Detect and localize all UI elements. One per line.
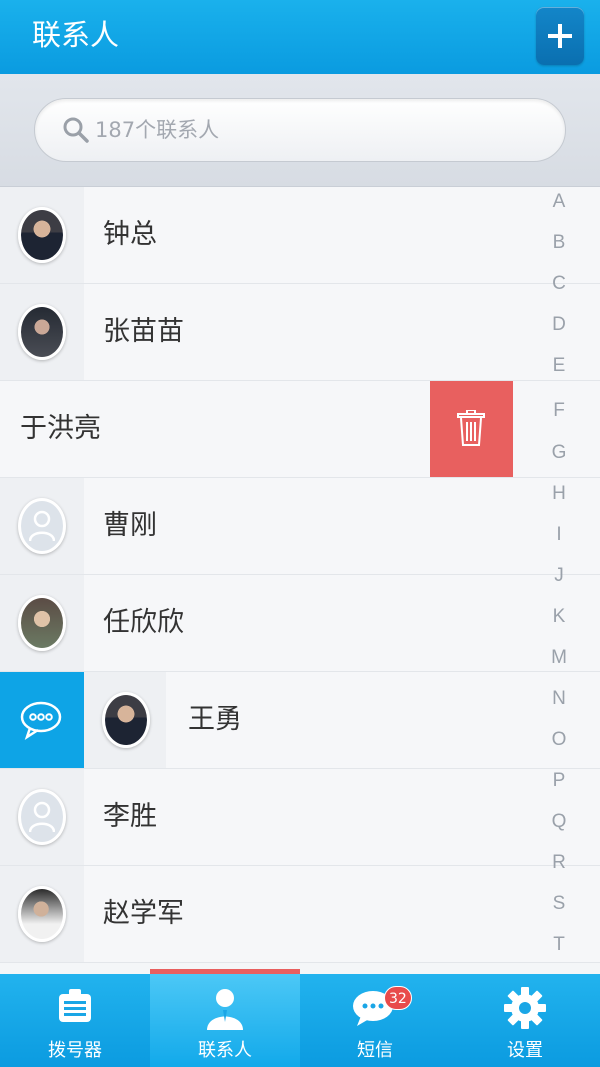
- tab-dialer[interactable]: 拨号器: [0, 974, 150, 1067]
- avatar-cell: [0, 284, 84, 380]
- contact-row-swiped[interactable]: 于洪亮: [0, 381, 600, 478]
- avatar: [18, 789, 66, 845]
- delete-contact-button[interactable]: [430, 381, 513, 477]
- bottom-tab-bar: 拨号器 联系人 短信 32 设置: [0, 969, 600, 1067]
- alpha-letter[interactable]: A: [546, 191, 572, 213]
- alpha-letter[interactable]: C: [546, 273, 572, 295]
- plus-icon: [548, 24, 572, 48]
- avatar: [18, 886, 66, 942]
- search-input[interactable]: [95, 113, 535, 147]
- contact-row[interactable]: 任欣欣: [0, 575, 600, 672]
- avatar-cell: [0, 478, 84, 574]
- alpha-letter[interactable]: K: [546, 606, 572, 628]
- alpha-letter[interactable]: F: [546, 400, 572, 422]
- contact-row[interactable]: 曹刚: [0, 478, 600, 575]
- alpha-letter[interactable]: M: [546, 647, 572, 669]
- alpha-letter[interactable]: D: [546, 314, 572, 336]
- alpha-letter[interactable]: H: [546, 483, 572, 505]
- person-icon: [29, 801, 55, 833]
- dialpad-icon: [59, 989, 91, 1022]
- alpha-letter[interactable]: N: [546, 688, 572, 710]
- avatar-cell: [0, 187, 84, 283]
- avatar: [102, 692, 150, 748]
- contact-row[interactable]: 赵学军: [0, 866, 600, 963]
- alpha-letter[interactable]: S: [546, 893, 572, 915]
- alpha-letter[interactable]: I: [546, 524, 572, 546]
- page-title: 联系人: [32, 18, 120, 52]
- alpha-letter[interactable]: B: [546, 232, 572, 254]
- tab-messages[interactable]: 短信: [300, 974, 450, 1067]
- contact-row-open[interactable]: 王勇: [0, 672, 600, 769]
- contact-name: 任欣欣: [103, 607, 184, 638]
- search-icon: [63, 117, 89, 143]
- tab-contacts[interactable]: 联系人: [150, 969, 300, 1067]
- unread-badge: 32: [384, 986, 412, 1010]
- contact-row[interactable]: 李胜: [0, 769, 600, 866]
- search-box[interactable]: [34, 98, 566, 162]
- alpha-letter[interactable]: R: [546, 852, 572, 874]
- avatar-cell: [0, 866, 84, 962]
- alpha-letter[interactable]: P: [546, 770, 572, 792]
- contact-list: 钟总 张苗苗 于洪亮 曹刚 任欣欣 王勇 李胜 赵学军: [0, 187, 600, 974]
- contact-name: 张苗苗: [103, 316, 184, 347]
- contact-row[interactable]: 钟总: [0, 187, 600, 284]
- alpha-letter[interactable]: G: [546, 442, 572, 464]
- avatar-cell: [84, 672, 166, 768]
- alpha-letter[interactable]: E: [546, 355, 572, 377]
- avatar-cell: [0, 769, 84, 865]
- gear-icon: [504, 987, 546, 1029]
- send-message-button[interactable]: [0, 672, 84, 768]
- contact-row[interactable]: 张苗苗: [0, 284, 600, 381]
- avatar: [18, 498, 66, 554]
- avatar: [18, 304, 66, 360]
- add-contact-button[interactable]: [536, 7, 584, 65]
- person-icon: [207, 989, 243, 1030]
- avatar: [18, 595, 66, 651]
- tab-label: 联系人: [198, 1040, 252, 1061]
- contact-name: 钟总: [103, 219, 157, 250]
- tab-label: 设置: [507, 1040, 543, 1061]
- contact-name: 于洪亮: [20, 413, 101, 444]
- alpha-letter[interactable]: J: [546, 565, 572, 587]
- contact-name: 赵学军: [103, 898, 184, 929]
- tab-label: 短信: [357, 1040, 393, 1061]
- chat-bubble-icon: [20, 701, 62, 740]
- alpha-letter[interactable]: Q: [546, 811, 572, 833]
- avatar-cell: [0, 575, 84, 671]
- search-bar: [0, 74, 600, 187]
- tab-settings[interactable]: 设置: [450, 974, 600, 1067]
- person-icon: [29, 510, 55, 542]
- contact-name: 李胜: [103, 801, 157, 832]
- contact-name: 王勇: [188, 704, 242, 735]
- tab-label: 拨号器: [48, 1040, 102, 1061]
- top-bar: 联系人: [0, 0, 600, 74]
- alpha-letter[interactable]: O: [546, 729, 572, 751]
- trash-icon: [457, 410, 485, 446]
- alpha-letter[interactable]: T: [546, 934, 572, 956]
- contact-name: 曹刚: [103, 510, 157, 541]
- avatar: [18, 207, 66, 263]
